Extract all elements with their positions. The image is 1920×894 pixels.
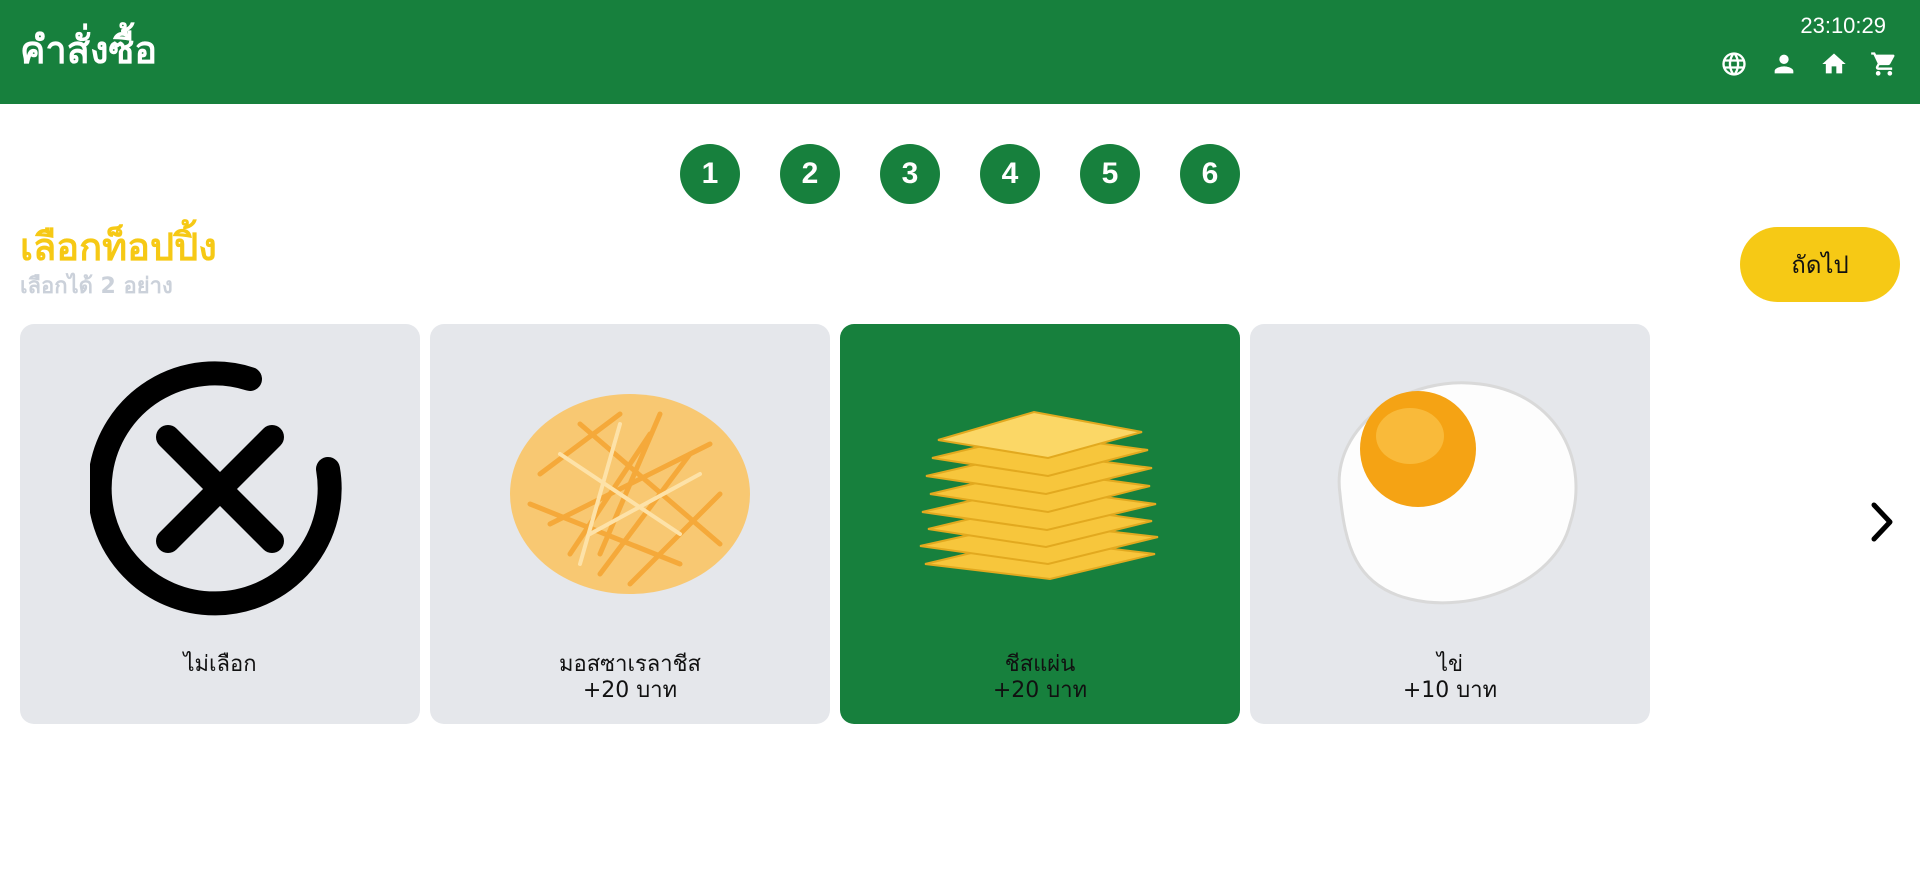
page-title: คำสั่งซื้อ xyxy=(20,28,158,72)
section-title: เลือกท็อปปิ้ง xyxy=(20,225,217,269)
next-button[interactable]: ถัดไป xyxy=(1740,227,1900,302)
carousel-next-button[interactable] xyxy=(1860,494,1900,550)
fried-egg-image xyxy=(1300,354,1600,624)
step-2[interactable]: 2 xyxy=(780,144,840,204)
option-label: ไข่ xyxy=(1436,652,1464,677)
option-price: +20 บาท xyxy=(582,678,678,703)
option-card-cheese-slices[interactable]: ชีสแผ่น +20 บาท xyxy=(840,324,1240,724)
chevron-right-icon xyxy=(1871,502,1893,542)
option-label: ไม่เลือก xyxy=(183,652,257,677)
home-icon[interactable] xyxy=(1818,48,1850,80)
option-card-egg[interactable]: ไข่ +10 บาท xyxy=(1250,324,1650,724)
app-header: คำสั่งซื้อ 23:10:29 xyxy=(0,0,1920,104)
step-5[interactable]: 5 xyxy=(1080,144,1140,204)
globe-icon[interactable] xyxy=(1718,48,1750,80)
option-label: มอสซาเรลาชีส xyxy=(559,652,701,677)
header-actions xyxy=(1718,48,1900,80)
step-6[interactable]: 6 xyxy=(1180,144,1240,204)
option-price: +10 บาท xyxy=(1402,678,1498,703)
option-label: ชีสแผ่น xyxy=(1004,652,1076,677)
section-subtitle: เลือกได้ 2 อย่าง xyxy=(20,274,173,299)
no-selection-icon xyxy=(70,354,370,624)
step-4[interactable]: 4 xyxy=(980,144,1040,204)
step-indicator: 1 2 3 4 5 6 xyxy=(680,144,1240,204)
step-1[interactable]: 1 xyxy=(680,144,740,204)
option-card-none[interactable]: ไม่เลือก xyxy=(20,324,420,724)
shredded-cheese-image xyxy=(480,354,780,624)
option-card-mozzarella[interactable]: มอสซาเรลาชีส +20 บาท xyxy=(430,324,830,724)
clock: 23:10:29 xyxy=(1800,13,1886,38)
step-3[interactable]: 3 xyxy=(880,144,940,204)
user-icon[interactable] xyxy=(1768,48,1800,80)
cheese-slices-image xyxy=(890,354,1190,624)
option-price: +20 บาท xyxy=(992,678,1088,703)
cart-icon[interactable] xyxy=(1868,48,1900,80)
